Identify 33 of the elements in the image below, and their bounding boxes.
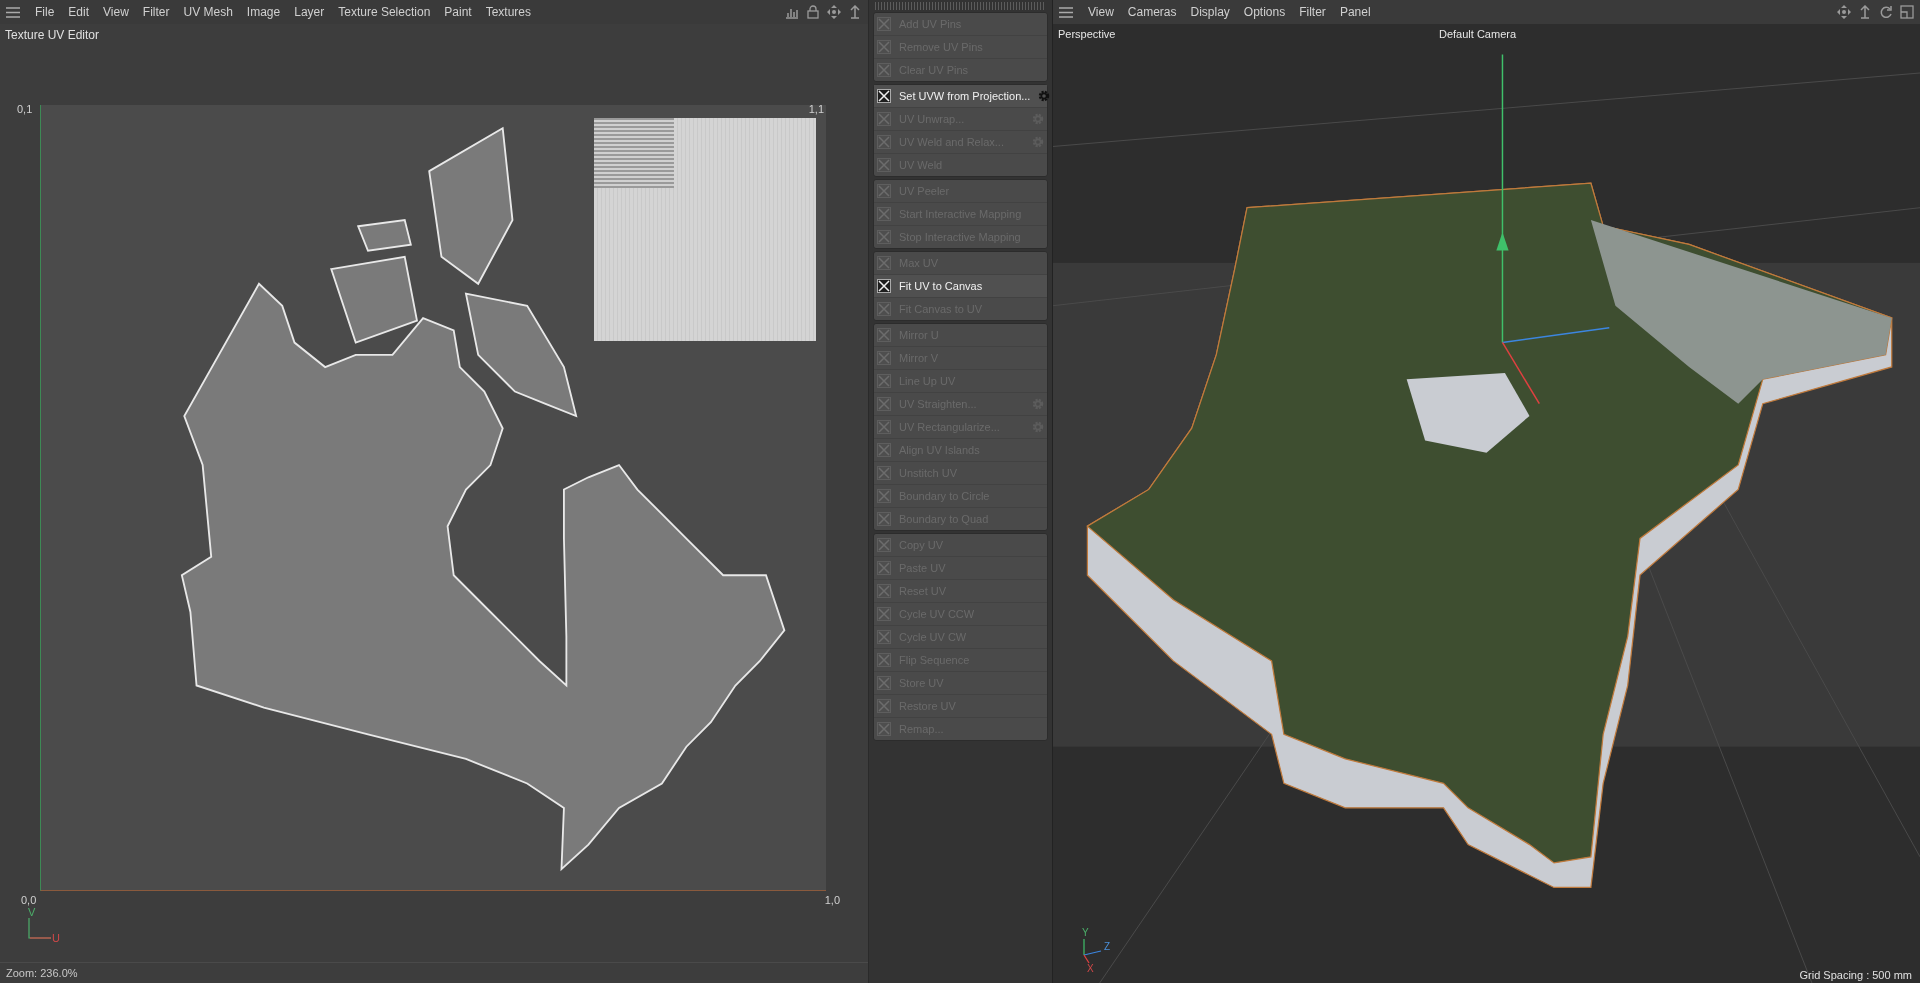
menu-item[interactable]: UV Mesh (176, 5, 240, 19)
view-name: Perspective (1058, 28, 1116, 40)
menu-item[interactable]: Cameras (1120, 5, 1184, 19)
camera-name[interactable]: Default Camera (1439, 28, 1517, 40)
tool-item[interactable]: Fit UV to Canvas (874, 275, 1047, 298)
axis-label: 0,1 (17, 103, 33, 115)
menu-item[interactable]: Filter (1292, 5, 1333, 19)
axis-label: Z (1104, 941, 1111, 952)
menu-item[interactable]: Edit (61, 5, 97, 19)
axis-label: U (52, 932, 60, 944)
menu-item[interactable]: Display (1183, 5, 1237, 19)
axis-label: X (1087, 963, 1094, 974)
menu-item[interactable]: Textures (478, 5, 539, 19)
menu-item[interactable]: Layer (287, 5, 332, 19)
axis-label: V (28, 906, 36, 918)
zoom-status: Zoom: 236.0% (6, 967, 78, 979)
axis-label: 0,0 (21, 894, 37, 906)
panel-title: Texture UV Editor (5, 28, 100, 42)
menu-item[interactable]: View (1081, 5, 1121, 19)
menu-item[interactable]: Image (239, 5, 288, 19)
menu-item[interactable]: Options (1236, 5, 1293, 19)
uv-canvas[interactable]: 0,1 1,1 0,0 1,0 V U (0, 46, 868, 962)
tool-item[interactable]: Set UVW from Projection... (874, 85, 1047, 108)
axis-label: 1,1 (808, 103, 824, 115)
menu-item[interactable]: Panel (1332, 5, 1378, 19)
menu-item[interactable]: Texture Selection (331, 5, 438, 19)
menu-item[interactable]: File (28, 5, 62, 19)
axis-label: Y (1082, 927, 1089, 938)
menu-item[interactable]: Filter (135, 5, 177, 19)
axis-label: 1,0 (824, 894, 840, 906)
menu-item[interactable]: View (96, 5, 136, 19)
grid-spacing-label: Grid Spacing : 500 mm (1799, 969, 1912, 981)
menu-item[interactable]: Paint (437, 5, 479, 19)
